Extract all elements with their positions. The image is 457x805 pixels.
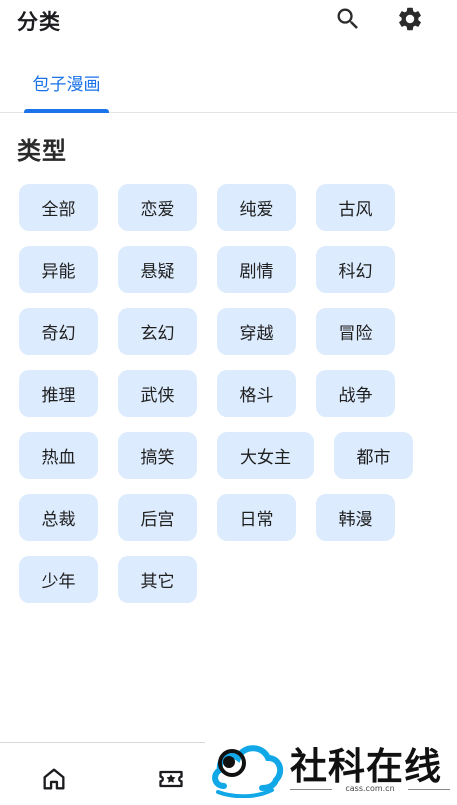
genre-chip[interactable]: 韩漫 xyxy=(316,494,395,541)
genre-chip[interactable]: 异能 xyxy=(19,246,98,293)
chip-row: 奇幻 玄幻 穿越 冒险 xyxy=(19,308,449,355)
tab-indicator xyxy=(24,109,109,113)
source-tabs: 包子漫画 xyxy=(0,58,457,113)
genre-chip[interactable]: 大女主 xyxy=(217,432,314,479)
home-icon[interactable] xyxy=(39,764,69,794)
genre-chip[interactable]: 格斗 xyxy=(217,370,296,417)
ticket-star-icon[interactable] xyxy=(156,764,186,794)
genre-chip[interactable]: 恋爱 xyxy=(118,184,197,231)
chip-row: 少年 其它 xyxy=(19,556,449,603)
genre-chip[interactable]: 其它 xyxy=(118,556,197,603)
chip-row: 热血 搞笑 大女主 都市 xyxy=(19,432,449,479)
watermark-logo: 社科在线 cass.com.cn xyxy=(210,736,455,802)
genre-chip[interactable]: 穿越 xyxy=(217,308,296,355)
genre-chip[interactable]: 热血 xyxy=(19,432,98,479)
genre-chip[interactable]: 战争 xyxy=(316,370,395,417)
chip-row: 全部 恋爱 纯爱 古风 xyxy=(19,184,449,231)
genre-chip[interactable]: 全部 xyxy=(19,184,98,231)
chip-row: 异能 悬疑 剧情 科幻 xyxy=(19,246,449,293)
genre-chip[interactable]: 奇幻 xyxy=(19,308,98,355)
genre-chip[interactable]: 少年 xyxy=(19,556,98,603)
tab-label: 包子漫画 xyxy=(32,75,101,95)
section-title: 类型 xyxy=(17,137,67,165)
watermark-text: 社科在线 xyxy=(290,744,442,788)
divider xyxy=(408,789,450,790)
genre-chip[interactable]: 冒险 xyxy=(316,308,395,355)
genre-chip[interactable]: 都市 xyxy=(334,432,413,479)
tab-baozi-manhua[interactable]: 包子漫画 xyxy=(24,58,109,113)
top-app-bar: 分类 xyxy=(0,0,457,42)
genre-chip[interactable]: 剧情 xyxy=(217,246,296,293)
genre-chip[interactable]: 古风 xyxy=(316,184,395,231)
genre-chip[interactable]: 悬疑 xyxy=(118,246,197,293)
genre-chip[interactable]: 后宫 xyxy=(118,494,197,541)
search-icon[interactable] xyxy=(333,4,363,34)
genre-chip[interactable]: 总裁 xyxy=(19,494,98,541)
cloud-logo-icon xyxy=(212,745,284,798)
gear-icon[interactable] xyxy=(395,4,425,34)
genre-chip[interactable]: 玄幻 xyxy=(118,308,197,355)
chip-row: 推理 武侠 格斗 战争 xyxy=(19,370,449,417)
genre-chip[interactable]: 日常 xyxy=(217,494,296,541)
genre-chip-grid: 全部 恋爱 纯爱 古风 异能 悬疑 剧情 科幻 奇幻 玄幻 穿越 冒险 推理 武… xyxy=(19,184,449,618)
genre-chip[interactable]: 搞笑 xyxy=(118,432,197,479)
genre-chip[interactable]: 纯爱 xyxy=(217,184,296,231)
page-title: 分类 xyxy=(17,10,61,34)
divider xyxy=(0,742,205,743)
genre-chip[interactable]: 推理 xyxy=(19,370,98,417)
genre-chip[interactable]: 武侠 xyxy=(118,370,197,417)
genre-chip[interactable]: 科幻 xyxy=(316,246,395,293)
chip-row: 总裁 后宫 日常 韩漫 xyxy=(19,494,449,541)
